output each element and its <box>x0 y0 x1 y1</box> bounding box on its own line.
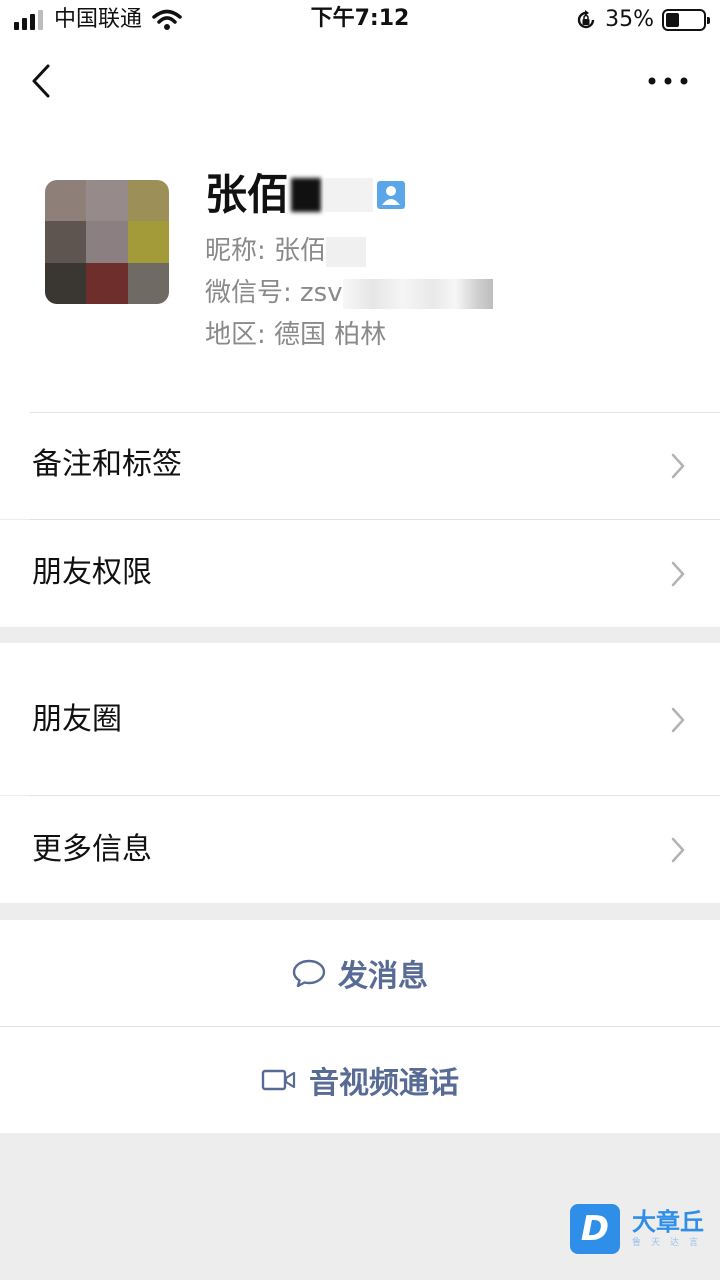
send-message-button[interactable]: 发消息 <box>0 920 720 1026</box>
avatar-tile <box>45 262 87 304</box>
more-info-label: 更多信息 <box>32 832 152 867</box>
avatar-tile <box>45 221 87 263</box>
avatar-tile <box>45 180 87 222</box>
send-message-label: 发消息 <box>338 959 428 994</box>
nickname-redaction <box>326 236 367 267</box>
contact-profile-screen: 中国联通 下午7:12 35% 张佰 昵称: 张佰 微信号: zsv 地区: 德… <box>0 0 720 1280</box>
profile-card: 张佰 昵称: 张佰 微信号: zsv 地区: 德国 柏林 <box>0 130 720 413</box>
video-camera-icon <box>261 1069 296 1091</box>
friend-permissions-row[interactable]: 朋友权限 <box>0 520 720 627</box>
watermark-logo: D <box>570 1204 620 1254</box>
avatar-tile <box>86 221 128 263</box>
send-message-inner: 发消息 <box>0 920 720 1026</box>
orientation-lock-icon <box>577 10 595 29</box>
nickname-line: 昵称: 张佰 <box>205 234 367 268</box>
status-bar: 中国联通 下午7:12 35% <box>0 0 720 40</box>
chevron-left-icon <box>32 64 50 98</box>
moments-row[interactable]: 朋友圈 <box>0 643 720 795</box>
avatar-tile <box>86 262 128 304</box>
watermark: D 大章丘 鲁天达言 <box>570 1204 708 1254</box>
wechat-id-redaction <box>342 278 493 309</box>
watermark-title: 大章丘 <box>632 1208 704 1236</box>
back-button[interactable] <box>24 60 64 102</box>
chevron-right-icon <box>671 453 685 479</box>
watermark-text: 大章丘 鲁天达言 <box>632 1208 708 1250</box>
name-row: 张佰 <box>205 168 406 222</box>
remark-tags-label: 备注和标签 <box>32 447 182 482</box>
avatar-tile <box>127 221 169 263</box>
contact-name: 张佰 <box>205 170 290 219</box>
name-redaction-light <box>325 178 374 212</box>
avatar-tile <box>127 262 169 304</box>
wechat-id-text: 微信号: zsv <box>205 278 343 308</box>
watermark-subtitle: 鲁天达言 <box>632 1238 709 1248</box>
friend-permissions-label: 朋友权限 <box>32 555 152 590</box>
chat-bubble-icon <box>292 959 326 988</box>
nav-bar <box>0 40 720 130</box>
chevron-right-icon <box>671 707 685 733</box>
remark-tags-row[interactable]: 备注和标签 <box>0 413 720 519</box>
wechat-id-line: 微信号: zsv <box>205 276 493 310</box>
moments-label: 朋友圈 <box>32 702 122 737</box>
avatar-tile <box>86 180 128 222</box>
battery-percent: 35% <box>605 7 654 32</box>
video-call-label: 音视频通话 <box>309 1066 459 1101</box>
avatar[interactable] <box>45 180 169 304</box>
video-call-inner: 音视频通话 <box>0 1027 720 1133</box>
nickname-text: 昵称: 张佰 <box>205 236 327 266</box>
contact-person-icon <box>377 181 406 209</box>
more-info-row[interactable]: 更多信息 <box>0 796 720 903</box>
chevron-right-icon <box>671 837 685 863</box>
more-dots-icon <box>648 77 688 85</box>
region-line: 地区: 德国 柏林 <box>205 320 387 350</box>
video-call-button[interactable]: 音视频通话 <box>0 1027 720 1133</box>
battery-icon <box>662 9 710 31</box>
status-right: 35% <box>575 7 710 33</box>
more-button[interactable] <box>644 66 692 96</box>
name-redaction <box>291 178 322 212</box>
chevron-right-icon <box>671 561 685 587</box>
avatar-tile <box>127 180 169 222</box>
